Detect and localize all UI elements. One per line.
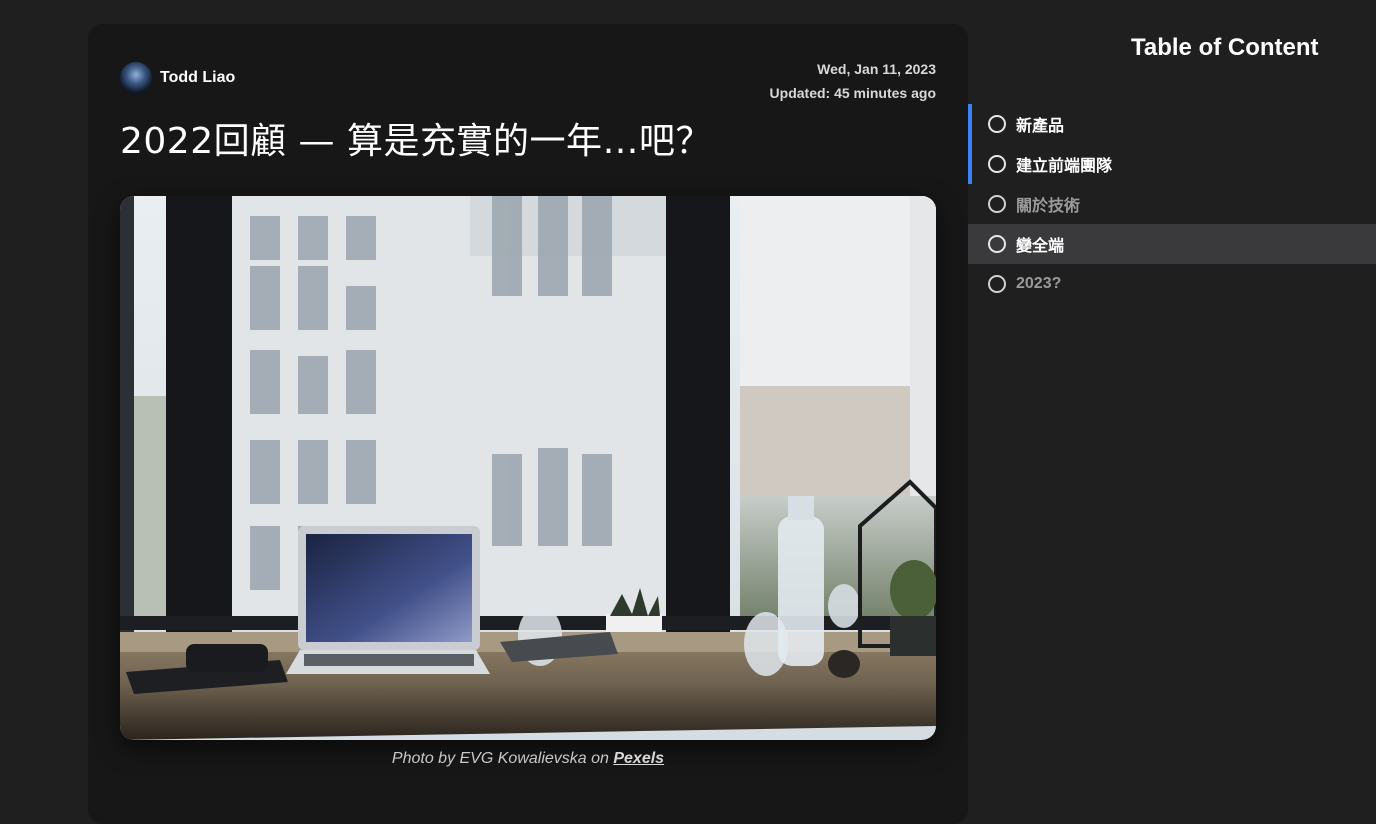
publish-date: Wed, Jan 11, 2023	[817, 61, 936, 77]
caption-text: Photo by EVG Kowalievska on	[391, 750, 614, 767]
circle-icon	[988, 115, 1006, 133]
toc-item-label: 2023?	[1016, 275, 1062, 292]
author-row[interactable]: Todd Liao	[120, 62, 235, 94]
toc-item-frontend-team[interactable]: 建立前端團隊	[968, 144, 1376, 184]
toc-item-label: 新產品	[1016, 118, 1065, 135]
table-of-content: 新產品 建立前端團隊 關於技術 變全端 2023?	[968, 104, 1376, 304]
circle-icon	[988, 195, 1006, 213]
toc-item-new-product[interactable]: 新產品	[968, 104, 1376, 144]
cover-photo	[120, 196, 936, 740]
cover-photo-illustration	[120, 196, 936, 740]
circle-icon	[988, 275, 1006, 293]
circle-icon	[988, 235, 1006, 253]
updated-time: Updated: 45 minutes ago	[769, 85, 936, 101]
toc-item-label: 關於技術	[1016, 198, 1081, 215]
avatar[interactable]	[120, 62, 152, 94]
photo-caption: Photo by EVG Kowalievska on Pexels	[120, 750, 936, 768]
toc-item-full-stack[interactable]: 變全端	[968, 224, 1376, 264]
toc-item-label: 變全端	[1016, 238, 1065, 255]
article-card: Todd Liao Wed, Jan 11, 2023 Updated: 45 …	[88, 24, 968, 824]
toc-item-about-tech[interactable]: 關於技術	[968, 184, 1376, 224]
author-name[interactable]: Todd Liao	[160, 69, 235, 87]
article-title: 2022回顧 — 算是充實的一年…吧？	[120, 121, 713, 162]
circle-icon	[988, 155, 1006, 173]
article-dates: Wed, Jan 11, 2023 Updated: 45 minutes ag…	[770, 57, 936, 105]
toc-title: Table of Content	[1131, 34, 1319, 61]
pexels-link[interactable]: Pexels	[613, 750, 664, 767]
toc-item-label: 建立前端團隊	[1016, 158, 1113, 175]
toc-item-2023[interactable]: 2023?	[968, 264, 1376, 304]
